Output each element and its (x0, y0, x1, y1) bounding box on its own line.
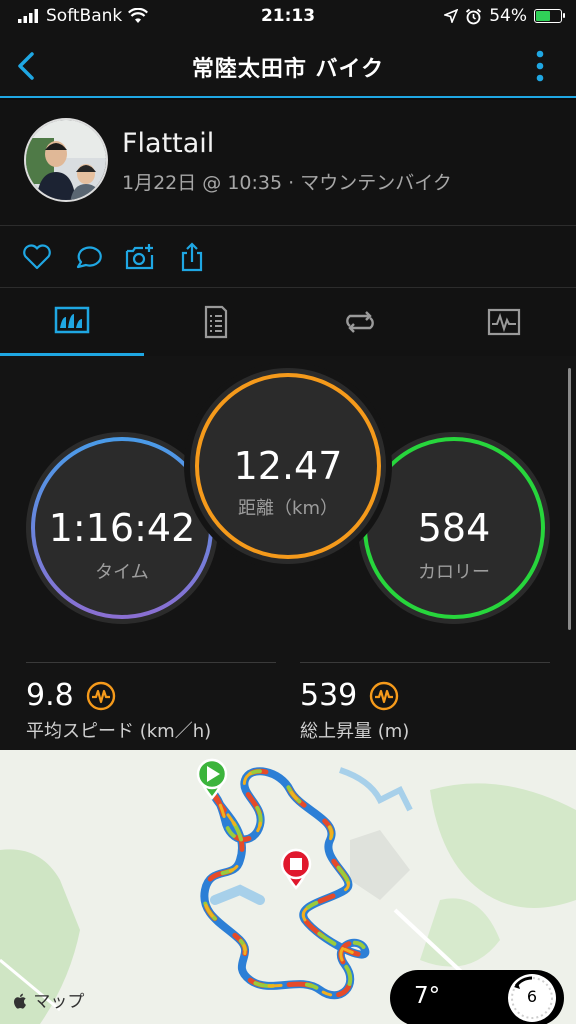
summary-chart-icon (54, 306, 90, 334)
avg-speed-value: 9.8 (26, 678, 74, 713)
avg-speed-label: 平均スピード (km／h) (26, 721, 212, 742)
weather-widget[interactable]: 7° 6 (390, 970, 564, 1024)
battery-icon (534, 9, 565, 23)
distance-label: 距離（km） (238, 498, 338, 519)
start-marker-icon[interactable] (196, 758, 228, 800)
activity-meta: 1月22日 @ 10:35 · マウンテンバイク (122, 172, 452, 194)
finish-marker-icon[interactable] (280, 848, 312, 890)
tab-graphs[interactable] (432, 288, 576, 356)
wind-speed: 6 (526, 987, 538, 1006)
location-arrow-icon (444, 9, 459, 23)
performance-wave-icon[interactable] (86, 681, 116, 711)
nav-bar: 常陸太田市 バイク (0, 34, 576, 98)
status-bar: SoftBank 21:13 54% (0, 0, 576, 34)
total-ascent-label: 総上昇量 (m) (300, 721, 410, 742)
total-ascent-metric: 539 総上昇量 (m) (300, 678, 409, 743)
wind-dial-icon: 6 (508, 974, 556, 1022)
avg-speed-metric: 9.8 平均スピード (km／h) (26, 678, 211, 743)
page-title: 常陸太田市 バイク (191, 57, 385, 82)
add-photo-icon[interactable] (124, 241, 156, 273)
distance-value: 12.47 (233, 444, 343, 488)
scrollbar[interactable] (568, 368, 571, 630)
graph-icon (487, 308, 521, 336)
calories-value: 584 (417, 506, 491, 550)
battery-level (536, 11, 551, 21)
laps-loop-icon (346, 311, 374, 333)
divider (26, 662, 276, 663)
more-options-icon[interactable] (532, 48, 548, 84)
user-name[interactable]: Flattail (122, 128, 214, 159)
tab-summary[interactable] (0, 288, 144, 356)
social-actions (0, 226, 576, 288)
tab-details[interactable] (144, 288, 288, 356)
details-list-icon (204, 305, 228, 339)
activity-header: Flattail 1月22日 @ 10:35 · マウンテンバイク (0, 100, 576, 226)
temperature: 7° (414, 983, 441, 1009)
tab-laps[interactable] (288, 288, 432, 356)
distance-ring: 12.47 距離（km） (190, 368, 386, 564)
alarm-icon (466, 8, 482, 24)
battery-percent: 54% (489, 6, 527, 26)
stats-panel: 1:16:42 タイム 584 カロリー 12.47 距離（km） 9.8 平均… (0, 356, 576, 750)
total-ascent-value: 539 (300, 678, 358, 713)
map-credit-label: マップ (33, 992, 85, 1012)
avatar[interactable] (24, 118, 108, 202)
calories-label: カロリー (418, 562, 490, 583)
calories-ring: 584 カロリー (358, 432, 550, 624)
performance-wave-icon[interactable] (369, 681, 399, 711)
tab-bar (0, 288, 576, 356)
divider (300, 662, 550, 663)
share-icon[interactable] (176, 241, 208, 273)
route-map[interactable]: マップ 7° 6 (0, 750, 576, 1024)
map-attribution: マップ (13, 987, 85, 1012)
like-heart-icon[interactable] (21, 241, 53, 273)
apple-logo-icon (13, 993, 26, 1009)
comment-bubble-icon[interactable] (73, 241, 105, 273)
